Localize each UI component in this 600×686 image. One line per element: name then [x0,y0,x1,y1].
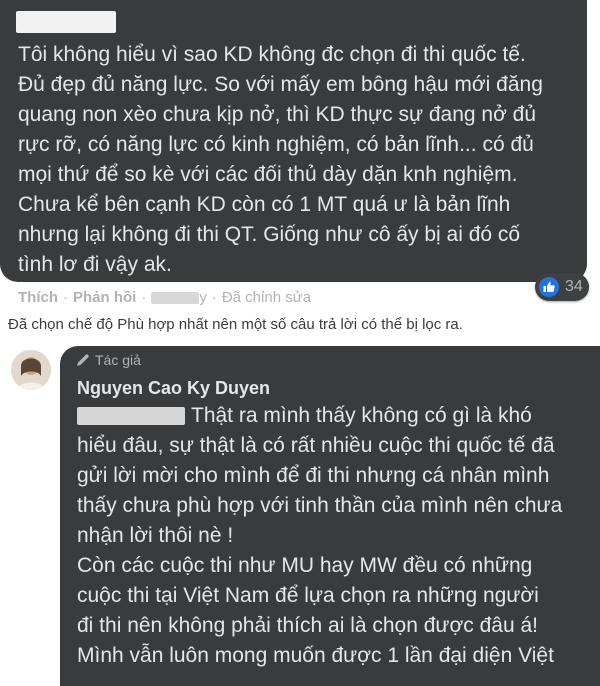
comment-body: Tôi không hiểu vì sao KD không đc chọn đ… [18,40,578,280]
comment-line: rực rỡ, có năng lực có kinh nghiệm, có b… [18,133,534,156]
redacted-timestamp [151,291,200,304]
comment-line: nhưng lại không đi thi QT. Giống như cô … [18,223,521,246]
pencil-icon [77,354,89,366]
like-icon [539,277,559,297]
reply-line: đi thi nên không phải thích ai là chọn đ… [77,614,538,637]
reaction-summary[interactable]: 34 [535,273,589,301]
reaction-count: 34 [565,278,583,295]
separator-dot: · [211,289,217,306]
reply-author-name[interactable]: Nguyen Cao Ky Duyen [77,378,270,399]
author-badge: Tác giả [76,352,141,368]
comment-line: quang non xèo chưa kịp nở, thì KD thực s… [18,103,537,126]
separator-dot: · [141,289,147,306]
avatar[interactable] [11,350,51,390]
reply-line: gửi lời mời cho mình để đi thi nhưng cá … [77,464,550,487]
author-badge-label: Tác giả [95,352,141,368]
comment-bubble: Tôi không hiểu vì sao KD không đc chọn đ… [0,0,587,282]
comment-line: Chưa kể bên cạnh KD còn có 1 MT quá ư là… [18,193,511,216]
like-link[interactable]: Thích [18,289,58,306]
reply-line: Thật ra mình thấy không có gì là khó [77,401,597,431]
reply-line: nhận lời thôi nè ! [77,524,234,547]
timestamp-suffix[interactable]: y [199,289,207,306]
comment-line: mọi thứ để so kè với các đối thủ dày dặn… [18,163,518,186]
comment-line: Tôi không hiểu vì sao KD không đc chọn đ… [18,43,526,66]
comment-line: Đủ đẹp đủ năng lực. So với mấy em bông h… [18,73,543,96]
reply-body: Thật ra mình thấy không có gì là khó hiể… [77,401,597,671]
comment-line: tình lơ đi vậy ak. [18,253,172,276]
redacted-mention[interactable] [77,407,185,426]
reply-line: hiểu đâu, sự thật là có rất nhiều cuộc t… [77,434,555,457]
reply-line: Còn các cuộc thi như MU hay MW đều có nh… [77,554,533,577]
reply-link[interactable]: Phản hồi [73,289,136,306]
filter-notice: Đã chọn chế độ Phù hợp nhất nên một số c… [8,316,463,333]
comment-actions: Thích · Phản hồi · y · Đã chỉnh sửa [18,289,311,306]
reply-line: cuộc thi tại Việt Nam để lựa chọn ra nhữ… [77,584,539,607]
separator-dot: · [63,289,68,306]
reply-line: Mình vẫn luôn mong muốn được 1 lần đại d… [77,644,554,667]
edited-label: Đã chỉnh sửa [221,289,312,306]
reply-line: thấy chưa phù hợp với tinh thần của mình… [77,494,563,517]
redacted-commenter-name [16,11,116,33]
reply-line-text: Thật ra mình thấy không có gì là khó [191,404,532,427]
